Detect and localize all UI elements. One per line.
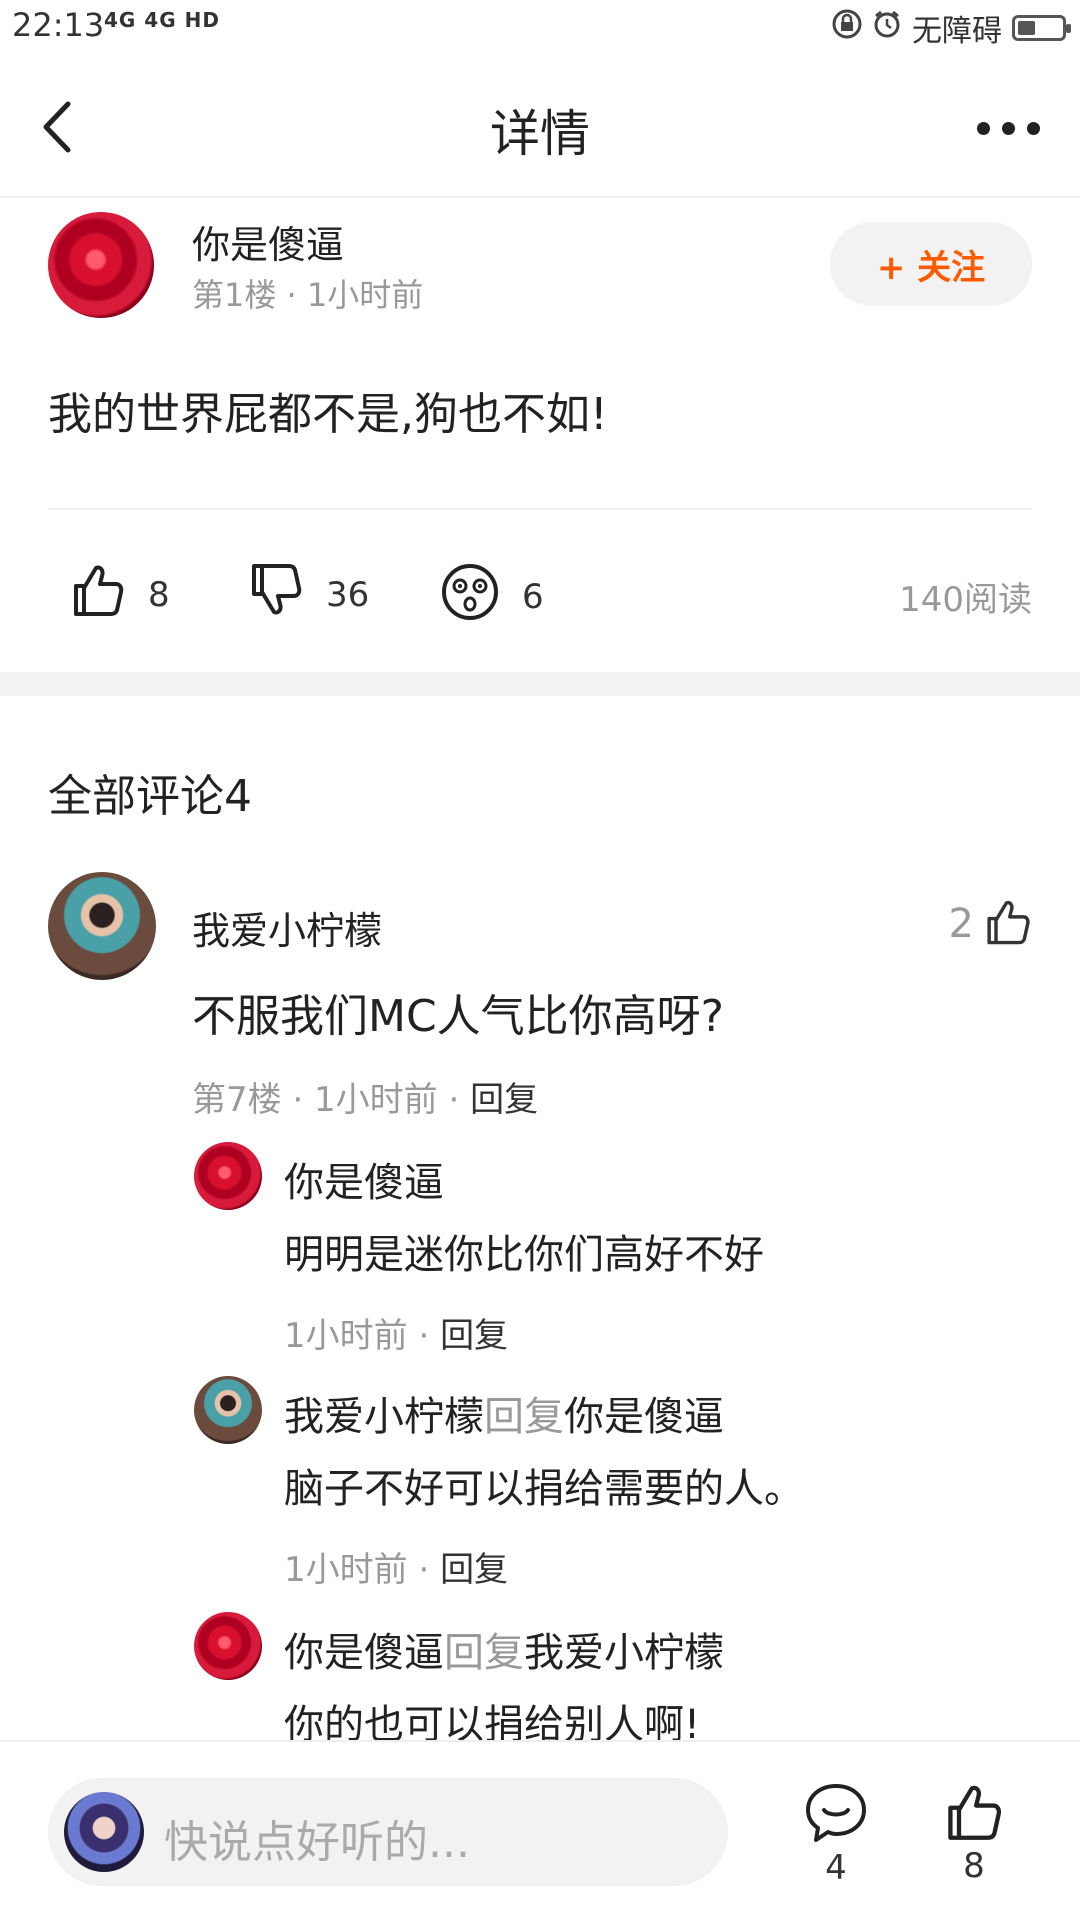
reply-author-name[interactable]: 我爱小柠檬 <box>284 1394 484 1440</box>
user-avatar <box>64 1792 144 1872</box>
reply-author-line: 你是傻逼回复我爱小柠檬 <box>284 1620 724 1678</box>
post-dislike-button[interactable]: 36 <box>248 562 369 627</box>
reply-time: 1小时前 · <box>284 1550 441 1590</box>
reply-reply-button[interactable]: 回复 <box>440 1550 508 1590</box>
like-button[interactable]: 8 <box>934 1782 1014 1886</box>
reply-target-name[interactable]: 我爱小柠檬 <box>524 1630 724 1676</box>
reply-reply-button[interactable]: 回复 <box>440 1316 508 1356</box>
reply-author-line: 你是傻逼 <box>284 1150 444 1208</box>
post-like-button[interactable]: 8 <box>70 562 170 627</box>
reply-target-name[interactable]: 你是傻逼 <box>564 1394 724 1440</box>
reply-meta: 1小时前 · 回复 <box>284 1308 508 1357</box>
alarm-icon <box>872 9 902 47</box>
reply-author-line: 我爱小柠檬回复你是傻逼 <box>284 1384 724 1442</box>
post-content: 我的世界屁都不是,狗也不如! <box>48 389 608 440</box>
reply-avatar[interactable] <box>194 1612 262 1680</box>
reply-text: 明明是迷你比你们高好不好 <box>284 1232 764 1278</box>
comments-button[interactable]: 4 <box>796 1782 876 1888</box>
thumbs-up-icon <box>70 562 126 627</box>
status-time: 22:13 <box>12 6 105 44</box>
divider <box>48 508 1032 510</box>
more-icon[interactable] <box>977 122 1040 135</box>
bottom-bar: 快说点好听的... 4 8 <box>0 1740 1080 1922</box>
comment-author-name[interactable]: 我爱小柠檬 <box>192 900 382 955</box>
post-emoji-count: 6 <box>522 576 544 617</box>
follow-button[interactable]: + 关注 <box>830 222 1032 306</box>
comment-like-button[interactable]: 2 <box>949 898 1032 950</box>
reply-text: 脑子不好可以捐给需要的人。 <box>284 1466 804 1512</box>
reply-time: 1小时前 · <box>284 1316 441 1356</box>
accessibility-label: 无障碍 <box>912 14 1002 49</box>
comment-meta: 第7楼 · 1小时前 · 回复 <box>192 1072 538 1121</box>
comments-header: 全部评论4 <box>48 771 252 822</box>
comment-floor-time: 第7楼 · 1小时前 · <box>192 1080 471 1120</box>
page-title: 详情 <box>490 105 590 163</box>
reply-avatar[interactable] <box>194 1376 262 1444</box>
comment-like-count: 2 <box>948 901 974 947</box>
comment-author-avatar[interactable] <box>48 872 156 980</box>
comment-reply-button[interactable]: 回复 <box>470 1080 538 1120</box>
status-bar: 22:13 4G 4G HD 无障碍 <box>0 0 1080 56</box>
section-separator <box>0 672 1080 696</box>
post-author-avatar[interactable] <box>48 212 154 318</box>
reply-author-name[interactable]: 你是傻逼 <box>284 1630 444 1676</box>
thumbs-up-icon <box>984 898 1032 950</box>
read-count: 140阅读 <box>899 580 1032 620</box>
comment-input-placeholder: 快说点好听的... <box>164 1817 470 1868</box>
status-right: 无障碍 <box>832 6 1071 50</box>
post-dislike-count: 36 <box>326 574 370 615</box>
comment-input[interactable]: 快说点好听的... <box>48 1778 728 1886</box>
reply-word: 回复 <box>484 1394 564 1440</box>
comments-count: 4 <box>825 1848 847 1888</box>
thumbs-down-icon <box>248 562 304 627</box>
reply-word: 回复 <box>444 1630 524 1676</box>
thumbs-up-icon <box>944 1785 1004 1846</box>
post-like-count: 8 <box>148 574 170 615</box>
post-floor-time: 第1楼 · 1小时前 <box>192 276 424 314</box>
reply-meta: 1小时前 · 回复 <box>284 1542 508 1591</box>
reply-avatar[interactable] <box>194 1142 262 1210</box>
dizzy-face-icon <box>440 562 500 631</box>
post-emoji-button[interactable]: 6 <box>440 562 544 631</box>
comment-bubble-icon <box>804 1784 868 1848</box>
battery-icon <box>1012 15 1071 41</box>
like-count: 8 <box>963 1846 985 1886</box>
reply-author-name[interactable]: 你是傻逼 <box>284 1160 444 1206</box>
nav-bar: 详情 <box>0 56 1080 198</box>
post-author-name[interactable]: 你是傻逼 <box>192 214 344 269</box>
signal-icon: 4G 4G HD <box>104 8 220 32</box>
comment-text: 不服我们MC人气比你高呀? <box>192 991 725 1042</box>
lock-icon <box>832 9 862 47</box>
